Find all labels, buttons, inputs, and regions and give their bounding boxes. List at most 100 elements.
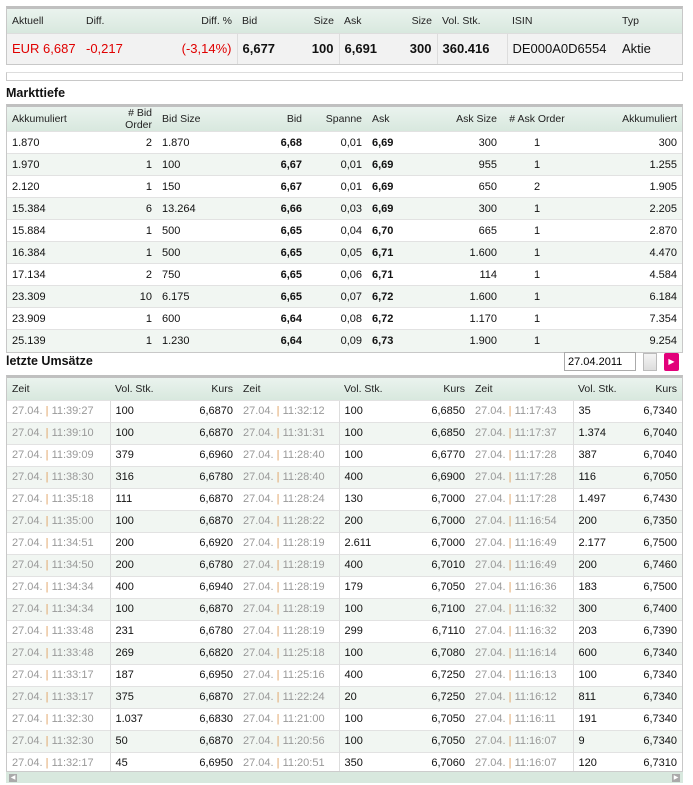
trade-time: 27.04. | 11:34:51 [7, 531, 110, 554]
trade-price: 6,6780 [165, 553, 238, 576]
trade-clock: 11:25:18 [282, 647, 325, 659]
markttiefe-cell: 955 [427, 153, 502, 176]
trade-clock: 11:16:54 [514, 515, 557, 527]
trade-time: 27.04. | 11:35:00 [7, 509, 110, 532]
markttiefe-cell: 6,64 [227, 329, 307, 352]
quote-header: Vol. Stk. [437, 9, 507, 33]
trade-time: 27.04. | 11:33:48 [7, 619, 110, 642]
trade-time: 27.04. | 11:28:19 [238, 597, 339, 620]
quote-header: Bid [237, 9, 297, 33]
trade-price: 6,6830 [165, 707, 238, 730]
trade-date: 27.04. [12, 449, 43, 461]
trade-time: 27.04. | 11:16:36 [470, 575, 573, 598]
scroll-right-icon[interactable]: ▶ [672, 774, 680, 782]
trade-volume: 231 [109, 619, 165, 642]
trade-date: 27.04. [12, 405, 43, 417]
markttiefe-cell: 15.384 [7, 197, 97, 220]
trade-price: 6,7000 [397, 509, 470, 532]
trade-clock: 11:20:51 [282, 757, 325, 770]
trade-volume: 111 [109, 487, 165, 510]
trade-time: 27.04. | 11:39:27 [7, 399, 110, 422]
markttiefe-cell: 1.600 [427, 241, 502, 264]
markttiefe-cell: 1 [502, 241, 572, 264]
trade-clock: 11:16:14 [514, 647, 557, 659]
trade-volume: 2.611 [338, 531, 397, 554]
empty-panel [6, 72, 683, 81]
calendar-icon[interactable] [643, 353, 657, 371]
trade-price: 6,6780 [165, 619, 238, 642]
markttiefe-cell: 6,73 [367, 329, 427, 352]
arrow-right-icon[interactable]: ▶ [664, 353, 679, 371]
trade-time: 27.04. | 11:34:50 [7, 553, 110, 576]
trade-price: 6,7350 [631, 509, 682, 532]
trade-volume: 1.037 [109, 707, 165, 730]
trade-clock: 11:17:28 [514, 493, 557, 505]
trade-volume: 400 [338, 663, 397, 686]
trade-price: 6,7460 [631, 553, 682, 576]
trade-clock: 11:33:17 [51, 669, 94, 681]
markttiefe-cell: 1 [97, 219, 157, 242]
horizontal-scrollbar[interactable]: ◀ ▶ [6, 771, 683, 783]
table-row: 27.04. | 11:39:10 100 6,6870 27.04. | 11:31… [7, 421, 682, 444]
trade-date: 27.04. [12, 625, 43, 637]
trade-volume: 600 [572, 641, 631, 664]
markttiefe-cell: 6,65 [227, 285, 307, 308]
table-row: 2.120 1 150 6,67 0,01 6,69 650 2 1.905 [7, 175, 682, 198]
markttiefe-cell: 1.970 [7, 153, 97, 176]
trade-time: 27.04. | 11:17:28 [470, 465, 573, 488]
markttiefe-cell: 1 [97, 175, 157, 198]
trade-price: 6,7050 [631, 465, 682, 488]
trade-time: 27.04. | 11:16:13 [470, 663, 573, 686]
trade-date: 27.04. [243, 691, 274, 703]
trade-clock: 11:34:34 [51, 581, 94, 593]
trade-date: 27.04. [12, 493, 43, 505]
date-input[interactable] [564, 352, 636, 371]
trade-date: 27.04. [475, 735, 506, 747]
markttiefe-cell: 13.264 [157, 197, 227, 220]
trade-volume: 200 [109, 553, 165, 576]
trade-clock: 11:20:56 [282, 735, 325, 747]
trade-date: 27.04. [475, 515, 506, 527]
trade-date: 27.04. [243, 581, 274, 593]
markttiefe-cell: 1 [502, 329, 572, 352]
markttiefe-header: Ask Size [427, 107, 502, 132]
markttiefe-cell: 6,67 [227, 153, 307, 176]
trade-clock: 11:39:09 [51, 449, 94, 461]
quote-header: Size [395, 9, 437, 33]
trades-table: Zeit Vol. Stk. Kurs Zeit Vol. Stk. Kurs Zeit Vo… [6, 375, 683, 775]
trade-volume: 300 [572, 597, 631, 620]
trade-price: 6,6940 [165, 575, 238, 598]
trade-time: 27.04. | 11:28:40 [238, 443, 339, 466]
trade-volume: 179 [338, 575, 397, 598]
trade-clock: 11:35:00 [51, 515, 94, 527]
trade-date: 27.04. [243, 405, 274, 417]
trade-time: 27.04. | 11:28:19 [238, 619, 339, 642]
trade-price: 6,6870 [165, 729, 238, 752]
scroll-left-icon[interactable]: ◀ [9, 774, 17, 782]
quote-value: EUR 6,687 [7, 32, 81, 64]
markttiefe-cell: 0,06 [307, 263, 367, 286]
markttiefe-header: # Ask Order [502, 107, 572, 132]
trade-volume: 200 [572, 553, 631, 576]
markttiefe-cell: 0,09 [307, 329, 367, 352]
trade-time: 27.04. | 11:16:07 [470, 729, 573, 752]
trade-price: 6,6820 [165, 641, 238, 664]
trade-date: 27.04. [475, 449, 506, 461]
trade-time: 27.04. | 11:16:54 [470, 509, 573, 532]
markttiefe-cell: 1.900 [427, 329, 502, 352]
trade-volume: 400 [109, 575, 165, 598]
markttiefe-cell: 6,70 [367, 219, 427, 242]
markttiefe-header: Spanne [307, 107, 367, 132]
markttiefe-cell: 2 [502, 175, 572, 198]
quote-value: 360.416 [436, 32, 507, 64]
trade-date: 27.04. [475, 669, 506, 681]
trade-price: 6,7390 [631, 619, 682, 642]
trade-date: 27.04. [12, 669, 43, 681]
trade-clock: 11:28:40 [282, 449, 325, 461]
trade-clock: 11:17:28 [514, 471, 557, 483]
trade-clock: 11:22:24 [282, 691, 325, 703]
trade-date: 27.04. [243, 713, 274, 725]
trade-time: 27.04. | 11:16:32 [470, 619, 573, 642]
trade-clock: 11:28:19 [282, 537, 325, 549]
trade-volume: 387 [572, 443, 631, 466]
